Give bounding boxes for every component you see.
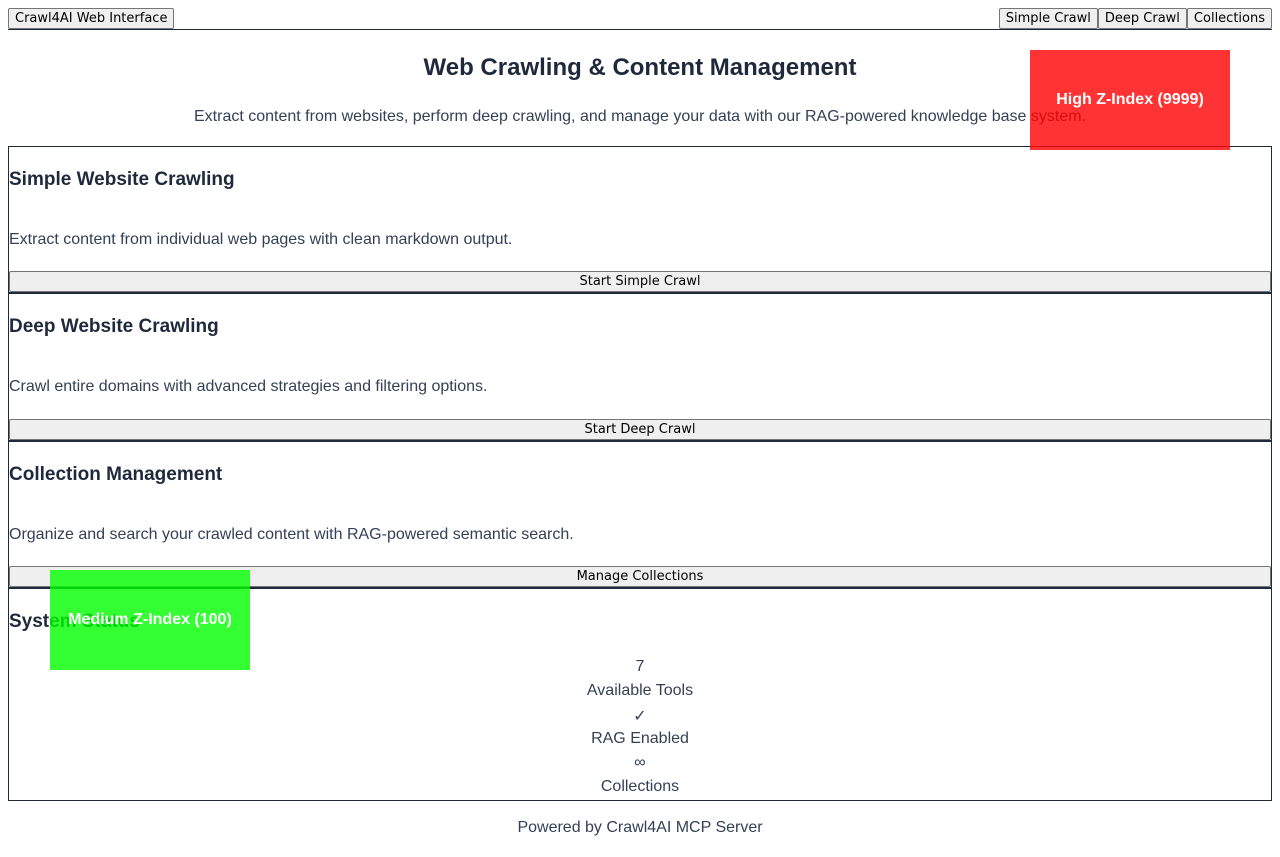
card-description: Crawl entire domains with advanced strat… — [9, 378, 488, 395]
nav-simple-crawl-button[interactable]: Simple Crawl — [998, 8, 1098, 29]
card-title: Collection Management — [9, 464, 223, 485]
nav-deep-crawl-button[interactable]: Deep Crawl — [1097, 8, 1187, 29]
stat-collections-value: ∞ — [634, 754, 646, 771]
deep-crawl-card: Deep Website Crawling Crawl entire domai… — [8, 293, 1272, 441]
medium-z-index-overlay: Medium Z-Index (100) — [50, 570, 250, 670]
stat-tools-label: Available Tools — [586, 682, 694, 699]
stat-rag-label: RAG Enabled — [591, 730, 689, 747]
stat-collections-label: Collections — [600, 778, 680, 795]
start-deep-crawl-button[interactable]: Start Deep Crawl — [9, 419, 1271, 440]
high-z-index-overlay: High Z-Index (9999) — [1030, 50, 1230, 150]
simple-crawl-card: Simple Website Crawling Extract content … — [8, 146, 1272, 293]
card-title: Deep Website Crawling — [9, 316, 219, 337]
collection-management-card: Collection Management Organize and searc… — [8, 441, 1272, 588]
card-description: Organize and search your crawled content… — [9, 526, 574, 543]
stat-rag-value: ✓ — [633, 708, 647, 725]
footer-text: Powered by Crawl4AI MCP Server — [517, 819, 763, 836]
nav-links: Simple Crawl Deep Crawl Collections — [998, 8, 1272, 29]
brand-button[interactable]: Crawl4AI Web Interface — [8, 8, 175, 29]
nav-collections-button[interactable]: Collections — [1186, 8, 1272, 29]
top-navbar: Crawl4AI Web Interface Simple Crawl Deep… — [8, 8, 1272, 30]
card-title: Simple Website Crawling — [9, 169, 235, 190]
start-simple-crawl-button[interactable]: Start Simple Crawl — [9, 271, 1271, 292]
card-description: Extract content from individual web page… — [9, 231, 513, 248]
